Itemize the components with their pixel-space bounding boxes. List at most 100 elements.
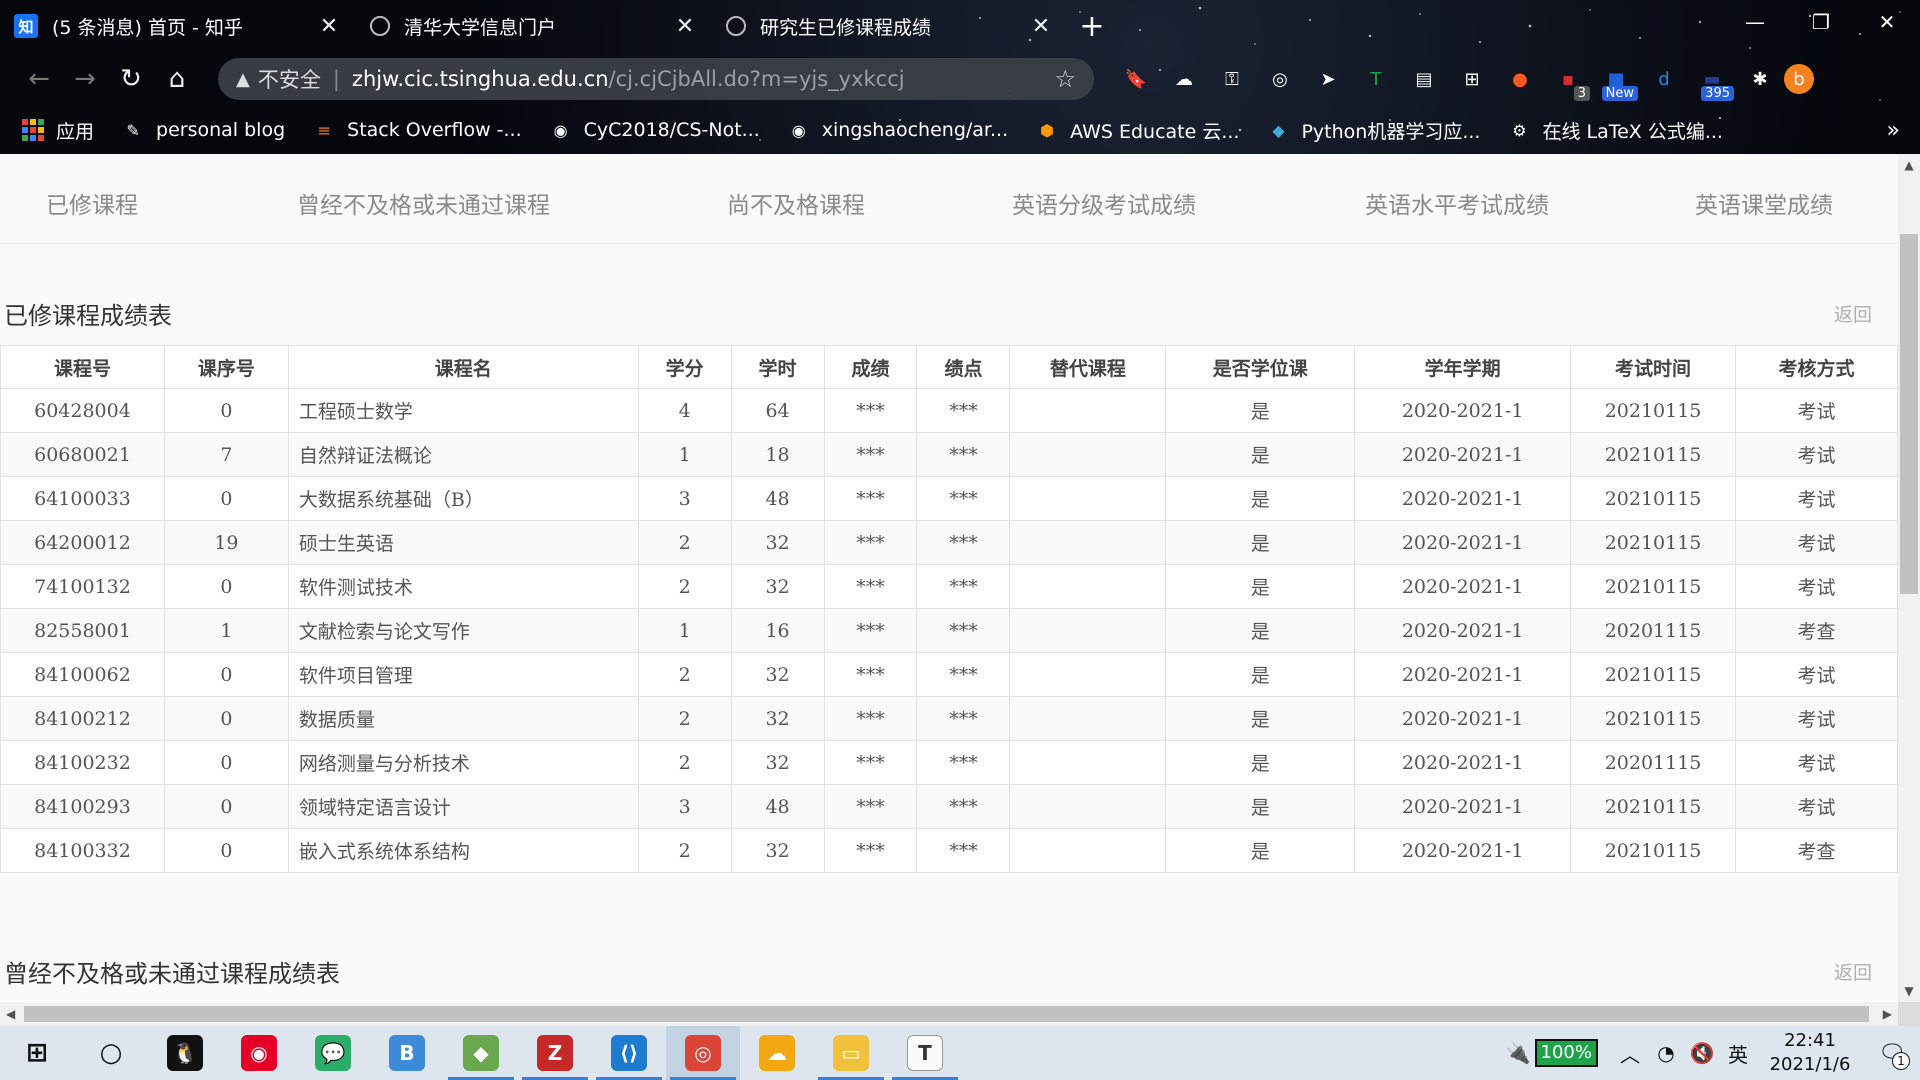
show-hidden-icons-chevron-icon[interactable]: ︿ (1612, 1039, 1648, 1068)
start-windows-button[interactable]: ⊞ (0, 1026, 74, 1080)
bookmark-item[interactable]: ◉ CyC2018/CS-Not... (550, 119, 760, 141)
bookmark-icon[interactable]: 🔖 (1112, 63, 1160, 95)
table-cell: 32 (730, 828, 825, 873)
close-tab-icon[interactable]: ✕ (1028, 14, 1054, 39)
new-tab-button[interactable]: + (1068, 9, 1116, 44)
file-explorer-app-button[interactable]: ▭ (814, 1026, 888, 1080)
subnav-previously-failed[interactable]: 曾经不及格或未通过课程 (297, 186, 550, 220)
vscode-app-button[interactable]: ⟨⟩ (592, 1026, 666, 1080)
battery-indicator[interactable]: 🔌 100% (1506, 1039, 1598, 1067)
table-cell: 60680021 (0, 432, 165, 477)
bookmark-item[interactable]: ≡ Stack Overflow -... (313, 119, 521, 141)
vertical-scroll-thumb[interactable] (1900, 234, 1918, 594)
forward-arrow-icon[interactable]: → (62, 64, 108, 94)
ime-indicator[interactable]: 英 (1720, 1039, 1756, 1068)
table-cell: 考查 (1735, 608, 1898, 653)
git-tool-app-button[interactable]: ◆ (444, 1026, 518, 1080)
back-link[interactable]: 返回 (1834, 300, 1872, 327)
scroll-up-arrow-icon[interactable]: ▲ (1898, 158, 1920, 172)
new-extension-icon[interactable]: ■ New (1592, 63, 1640, 101)
bookmarks-bar: 应用 ✎ personal blog ≡ Stack Overflow -... ◉ CyC… (0, 106, 1920, 154)
table-cell: 32 (730, 564, 825, 609)
tab-tsinghua-portal[interactable]: 清华大学信息门户 ✕ (356, 0, 712, 52)
scroll-left-arrow-icon[interactable]: ◀ (6, 1002, 15, 1026)
d-extension-icon[interactable]: d (1640, 63, 1688, 95)
tab-title: (5 条消息) 首页 - 知乎 (52, 16, 243, 39)
table-cell: 是 (1165, 476, 1356, 521)
subnav-english-proficiency[interactable]: 英语水平考试成绩 (1365, 186, 1549, 220)
bookmark-star-icon[interactable]: ☆ (1054, 65, 1076, 93)
t-extension-icon[interactable]: T (1352, 63, 1400, 95)
bookmark-item[interactable]: ◆ Python机器学习应... (1267, 117, 1480, 144)
table-cell: 20210115 (1570, 652, 1737, 697)
cloud-extension-icon[interactable]: ☁ (1160, 63, 1208, 95)
translate-extension-icon[interactable]: ⊞ (1448, 63, 1496, 95)
bookmark-item[interactable]: ⬢ AWS Educate 云... (1036, 117, 1239, 144)
tab-title: 清华大学信息门户 (404, 16, 557, 39)
scroll-right-arrow-icon[interactable]: ▶ (1883, 1002, 1892, 1026)
column-header: 成绩 (823, 345, 918, 389)
security-label[interactable]: 不安全 (258, 64, 321, 94)
apps-grid-icon (22, 119, 44, 141)
back-arrow-icon[interactable]: ← (16, 64, 62, 94)
table-cell: *** (916, 564, 1011, 609)
profile-avatar[interactable]: b (1784, 64, 1814, 94)
wechat-app-button[interactable]: 💬 (296, 1026, 370, 1080)
bookmark-item[interactable]: ⚙ 在线 LaTeX 公式编... (1508, 117, 1723, 144)
counter2-extension-icon[interactable]: ▬ 395 (1688, 63, 1736, 101)
netease-music-app-button[interactable]: ◉ (222, 1026, 296, 1080)
filezilla-app-button[interactable]: Z (518, 1026, 592, 1080)
bookmark-item[interactable]: ✎ personal blog (122, 119, 285, 141)
counter-extension-icon[interactable]: ▪ 3 (1544, 63, 1592, 101)
subnav-currently-failed[interactable]: 尚不及格课程 (727, 186, 865, 220)
subnav-completed-courses[interactable]: 已修课程 (46, 186, 138, 220)
table-cell: 19 (163, 520, 289, 565)
close-window-icon[interactable]: ✕ (1854, 0, 1920, 44)
scroll-down-arrow-icon[interactable]: ▼ (1898, 984, 1920, 998)
table-cell: *** (823, 388, 918, 433)
horizontal-scrollbar[interactable]: ◀ ▶ (0, 1002, 1898, 1026)
table-cell: 2020-2021-1 (1354, 520, 1572, 565)
table-cell: 考试 (1735, 432, 1898, 477)
tab-graduate-grades[interactable]: 研究生已修课程成绩 ✕ (712, 0, 1068, 52)
qq-app-button[interactable]: 🐧 (148, 1026, 222, 1080)
puzzle-icon[interactable]: ✱ (1736, 63, 1784, 95)
table-cell: 4 (637, 388, 732, 433)
volume-muted-icon[interactable]: 🔇 (1684, 1041, 1720, 1065)
table-cell: 自然辩证法概论 (287, 432, 639, 477)
maximize-icon[interactable]: ❐ (1788, 0, 1854, 44)
cursor-extension-icon[interactable]: ➤ (1304, 63, 1352, 95)
vertical-scrollbar[interactable]: ▲ ▼ (1898, 154, 1920, 1002)
cortana-search-button[interactable]: ○ (74, 1026, 148, 1080)
vpn-extension-icon-glyph: ⚿ (1225, 68, 1239, 90)
close-tab-icon[interactable]: ✕ (316, 14, 342, 39)
firefox-extension-icon[interactable]: ● (1496, 63, 1544, 95)
typora-app-button[interactable]: T (888, 1026, 962, 1080)
tab-zhihu[interactable]: 知 (5 条消息) 首页 - 知乎 ✕ (0, 0, 356, 52)
document-extension-icon[interactable]: ▤ (1400, 63, 1448, 95)
close-tab-icon[interactable]: ✕ (672, 14, 698, 39)
bookmarks-overflow-icon[interactable]: » (1887, 118, 1900, 143)
chrome-app-button[interactable]: ◎ (666, 1026, 740, 1080)
warning-triangle-icon[interactable]: ▲ (236, 69, 250, 90)
system-clock[interactable]: 22:41 2021/1/6 (1756, 1029, 1864, 1077)
horizontal-scroll-thumb[interactable] (24, 1006, 1869, 1022)
table-cell: 考试 (1735, 784, 1898, 829)
bilibili-app-button[interactable]: B (370, 1026, 444, 1080)
wifi-icon[interactable]: ◔ (1648, 1041, 1684, 1065)
vpn-extension-icon[interactable]: ⚿ (1208, 63, 1256, 95)
table-cell: 是 (1165, 740, 1356, 785)
bookmark-item[interactable]: ◉ xingshaocheng/ar... (788, 119, 1008, 141)
notification-center-icon[interactable]: 🗨 1 (1864, 1041, 1920, 1070)
home-icon[interactable]: ⌂ (154, 64, 200, 94)
address-bar[interactable]: ▲ 不安全 | zhjw.cic.tsinghua.edu.cn /cj.cjC… (218, 58, 1094, 100)
bookmark-item[interactable]: 应用 (22, 117, 94, 144)
minimize-icon[interactable]: — (1722, 0, 1788, 44)
cloud-app-button[interactable]: ☁ (740, 1026, 814, 1080)
reader-extension-icon[interactable]: ◎ (1256, 63, 1304, 95)
subnav-english-classroom[interactable]: 英语课堂成绩 (1695, 186, 1833, 220)
reload-icon[interactable]: ↻ (108, 64, 154, 94)
back-link[interactable]: 返回 (1834, 958, 1872, 985)
subnav-english-placement[interactable]: 英语分级考试成绩 (1012, 186, 1196, 220)
globe-icon (726, 16, 746, 36)
